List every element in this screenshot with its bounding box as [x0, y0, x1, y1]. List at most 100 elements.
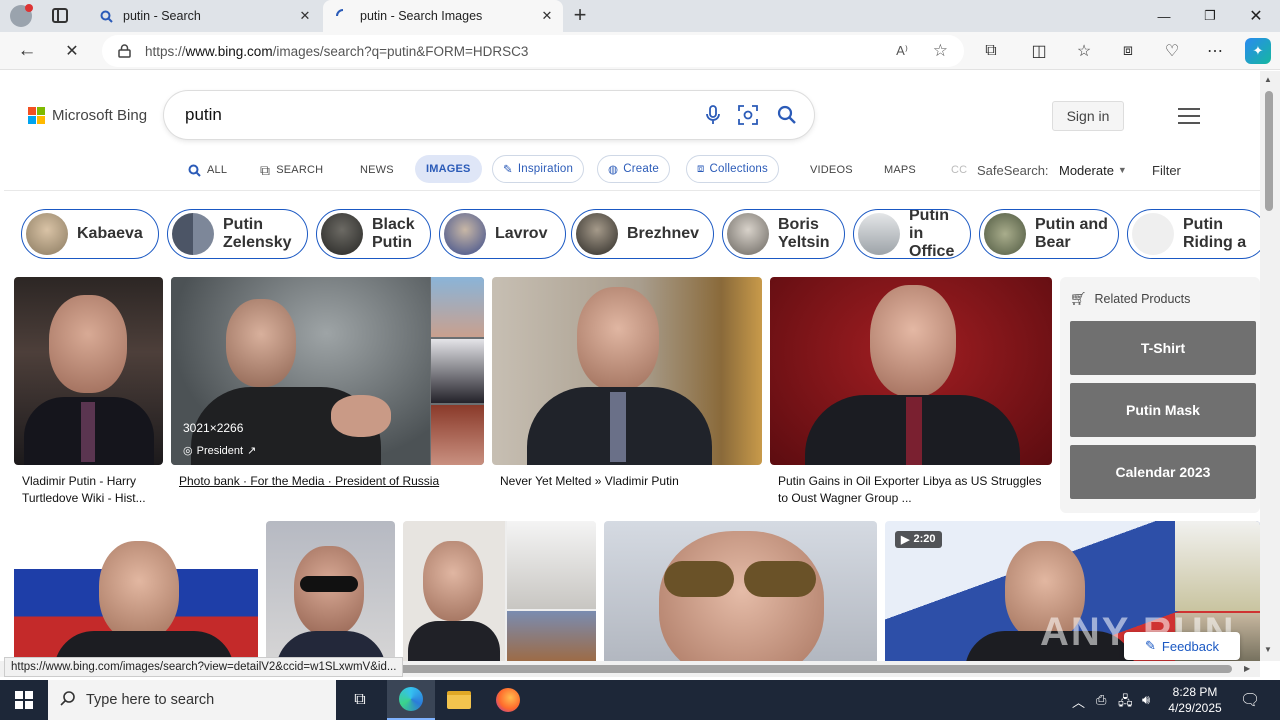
related-product-calendar[interactable]: Calendar 2023	[1070, 445, 1256, 499]
tab-strip: putin - Search ✕ putin - Search Images ✕…	[0, 0, 1280, 32]
result-caption-2[interactable]: Photo bank · For the Media · President o…	[179, 473, 439, 490]
nav-all[interactable]: ALL	[188, 157, 227, 183]
related-chip-putin-zelensky[interactable]: Putin Zelensky	[167, 209, 308, 259]
read-aloud-icon[interactable]: A⁾	[896, 43, 908, 59]
close-window-icon[interactable]: ✕	[1233, 0, 1279, 32]
related-product-tshirt[interactable]: T-Shirt	[1070, 321, 1256, 375]
nav-videos[interactable]: VIDEOS	[810, 157, 853, 183]
nav-search[interactable]: ⧉ SEARCH	[260, 157, 323, 183]
result-caption-3[interactable]: Never Yet Melted » Vladimir Putin	[500, 473, 679, 490]
related-chip-lavrov[interactable]: Lavrov	[439, 209, 566, 259]
related-products-panel: 🛒︎ Related Products T-Shirt Putin Mask C…	[1060, 277, 1260, 513]
edge-taskbar-icon[interactable]	[387, 680, 435, 720]
result-image-1[interactable]	[14, 277, 163, 465]
chevron-down-icon: ▼	[1117, 165, 1127, 175]
nav-news[interactable]: NEWS	[360, 157, 394, 183]
sign-in-button[interactable]: Sign in	[1052, 101, 1124, 131]
scroll-right-icon[interactable]: ▶	[1244, 664, 1250, 673]
firefox-icon[interactable]	[484, 680, 532, 720]
close-tab-icon[interactable]: ✕	[539, 8, 555, 24]
feedback-button[interactable]: ✎ Feedback	[1124, 632, 1240, 660]
extensions-icon[interactable]: ⧉	[978, 38, 1004, 64]
related-chip-brezhnev[interactable]: Brezhnev	[571, 209, 714, 259]
search-box[interactable]: putin	[164, 91, 814, 139]
show-hidden-icons-icon[interactable]: ︿	[1072, 692, 1085, 711]
scroll-up-icon[interactable]: ▲	[1264, 75, 1272, 84]
stop-loading-icon[interactable]: ✕	[59, 38, 85, 64]
split-screen-icon[interactable]: ◫	[1026, 38, 1052, 64]
clock-time: 8:28 PM	[1172, 685, 1218, 699]
chip-thumbnail	[727, 213, 769, 255]
nav-create[interactable]: ◍ Create	[597, 155, 670, 183]
result-image-8[interactable]	[604, 521, 877, 661]
filter-button[interactable]: Filter	[1152, 157, 1181, 183]
chip-thumbnail	[576, 213, 618, 255]
url-scheme: https://	[145, 43, 186, 59]
copilot-icon[interactable]: ✦	[1245, 38, 1271, 64]
visual-search-icon[interactable]	[736, 103, 760, 127]
task-view-icon[interactable]: ⧉	[336, 680, 384, 720]
result-caption-4[interactable]: Putin Gains in Oil Exporter Libya as US …	[778, 473, 1048, 507]
result-image-6[interactable]	[266, 521, 395, 661]
image-source[interactable]: ◎ President ↗	[183, 444, 256, 458]
new-tab-icon[interactable]: +	[569, 4, 591, 26]
search-input[interactable]: putin	[185, 105, 222, 125]
network-icon[interactable]: 🖧︎	[1118, 692, 1133, 714]
tab-actions-icon[interactable]	[52, 8, 68, 23]
related-chip-kabaeva[interactable]: Kabaeva	[21, 209, 159, 259]
browser-essentials-icon[interactable]: ♡	[1159, 38, 1185, 64]
taskbar-clock[interactable]: 8:28 PM 4/29/2025	[1155, 684, 1235, 716]
search-icon[interactable]	[775, 103, 799, 127]
related-chip-boris-yeltsin[interactable]: Boris Yeltsin	[722, 209, 845, 259]
result-image-4[interactable]	[770, 277, 1052, 465]
search-icon	[188, 164, 201, 177]
chip-label: Putin and Bear	[1035, 216, 1108, 251]
nav-more[interactable]: CC	[951, 157, 967, 183]
address-bar[interactable]: https://www.bing.com/images/search?q=put…	[102, 35, 964, 67]
hamburger-menu-icon[interactable]	[1178, 108, 1200, 124]
favorites-icon[interactable]: ☆	[1071, 38, 1097, 64]
restore-icon[interactable]: ❐	[1187, 0, 1233, 32]
result-image-5[interactable]	[14, 521, 258, 661]
chip-thumbnail	[1132, 213, 1174, 255]
result-image-7[interactable]	[403, 521, 596, 661]
more-menu-icon[interactable]: ⋯	[1202, 38, 1228, 64]
minimize-icon[interactable]: —	[1141, 0, 1187, 32]
file-explorer-icon[interactable]	[435, 680, 483, 720]
inspiration-icon: ✎	[503, 164, 513, 176]
related-chip-putin-in-office[interactable]: Putin in Office	[853, 209, 971, 259]
notifications-icon[interactable]: 🗨︎	[1240, 690, 1260, 710]
scrollbar-thumb[interactable]	[1265, 91, 1273, 211]
volume-icon[interactable]: 🔊︎	[1142, 692, 1150, 708]
nav-inspiration[interactable]: ✎ Inspiration	[492, 155, 585, 183]
nav-maps[interactable]: MAPS	[884, 157, 916, 183]
bing-logo[interactable]: Microsoft Bing	[28, 107, 147, 124]
result-image-2[interactable]: 3021×2266 ◎ President ↗	[171, 277, 484, 465]
favorite-star-icon[interactable]: ☆	[933, 41, 948, 61]
result-image-3[interactable]	[492, 277, 762, 465]
device-icon[interactable]: ⎙	[1096, 692, 1106, 708]
search-icon	[98, 8, 114, 24]
clock-date: 4/29/2025	[1168, 701, 1222, 715]
windows-start-icon[interactable]	[0, 680, 48, 720]
result-caption-1[interactable]: Vladimir Putin - Harry Turtledove Wiki -…	[22, 473, 162, 507]
close-tab-icon[interactable]: ✕	[297, 8, 313, 24]
related-product-putin-mask[interactable]: Putin Mask	[1070, 383, 1256, 437]
vertical-scrollbar[interactable]: ▲ ▼	[1260, 71, 1280, 661]
collections-icon[interactable]: ⧈	[1115, 38, 1141, 64]
scroll-down-icon[interactable]: ▼	[1264, 645, 1272, 654]
microphone-icon[interactable]	[701, 103, 725, 127]
back-icon[interactable]: ←	[14, 38, 40, 64]
tab-putin-search[interactable]: putin - Search ✕	[86, 0, 321, 32]
chip-label: Kabaeva	[77, 225, 143, 242]
chip-label: Putin Zelensky	[223, 216, 292, 251]
related-chip-putin-and-bear[interactable]: Putin and Bear	[979, 209, 1119, 259]
related-chip-black-putin[interactable]: Black Putin	[316, 209, 431, 259]
profile-icon[interactable]	[10, 4, 33, 27]
taskbar-search-box[interactable]: Type here to search	[48, 680, 336, 720]
related-chip-putin-riding[interactable]: Putin Riding a	[1127, 209, 1260, 259]
safesearch-dropdown[interactable]: Moderate ▼	[1059, 157, 1127, 183]
nav-collections[interactable]: ⧈ Collections	[686, 155, 779, 183]
nav-images[interactable]: IMAGES	[415, 155, 482, 183]
tab-putin-search-images[interactable]: putin - Search Images ✕	[323, 0, 563, 32]
